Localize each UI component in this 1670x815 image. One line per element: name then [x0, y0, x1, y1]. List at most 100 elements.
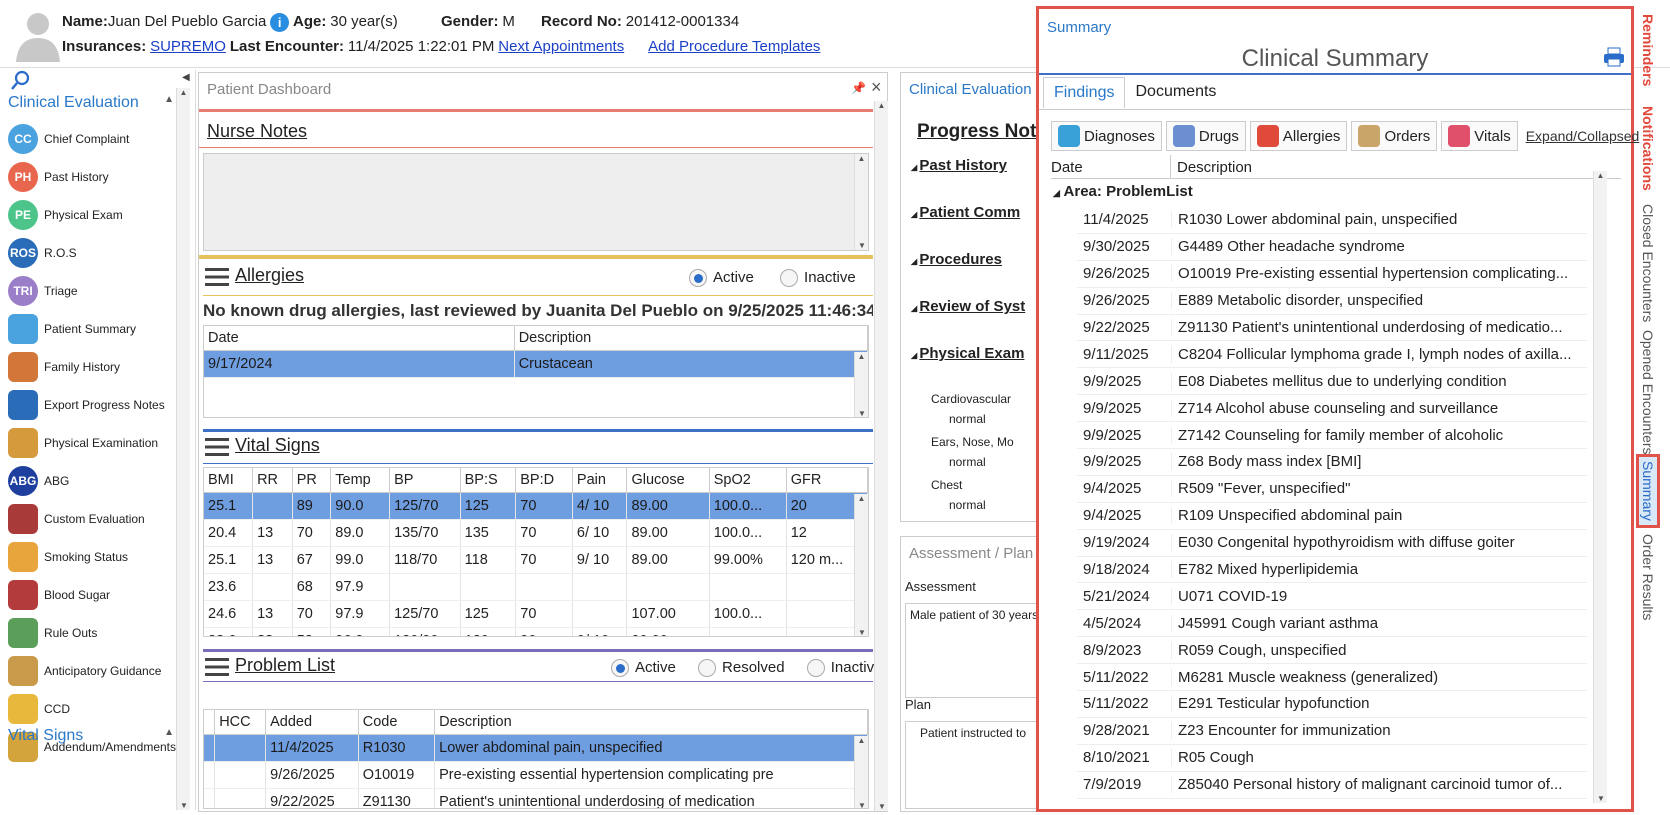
sidebar-item-family-history[interactable]: Family History	[8, 348, 176, 386]
column-header[interactable]: PR	[292, 468, 332, 493]
sidebar-scrollbar[interactable]: ▲ ▼	[176, 88, 190, 810]
sidebar-item-blood-sugar[interactable]: Blood Sugar	[8, 576, 176, 614]
clinical-sub-item[interactable]: Ears, Nose, Mo normal	[911, 435, 1039, 478]
column-header[interactable]: GFR	[786, 468, 868, 493]
tab-reminders[interactable]: Reminders	[1640, 14, 1656, 86]
column-header[interactable]: Added	[265, 710, 359, 735]
tab-notifications[interactable]: Notifications	[1640, 106, 1656, 191]
tab-opened-encounters[interactable]: Opened Encounters	[1640, 330, 1656, 455]
summary-row[interactable]: 11/4/2025 R1030 Lower abdominal pain, uns…	[1077, 207, 1587, 234]
collapse-sidebar-icon[interactable]: ◀	[182, 72, 190, 83]
column-date[interactable]: Date	[1051, 155, 1171, 178]
tab-documents[interactable]: Documents	[1125, 77, 1226, 108]
clinical-sub-item[interactable]: Cardiovascular normal	[911, 392, 1039, 435]
summary-row[interactable]: 9/18/2024 E782 Mixed hyperlipidemia	[1077, 557, 1587, 584]
sidebar-item-physical-exam[interactable]: PE Physical Exam	[8, 196, 176, 234]
column-description[interactable]: Description	[1171, 155, 1252, 178]
close-icon[interactable]: ×	[871, 77, 882, 98]
menu-icon[interactable]	[205, 268, 229, 287]
tab-clinical-evaluation[interactable]: Clinical Evaluation	[909, 81, 1032, 98]
section-clinical-evaluation[interactable]: Clinical Evaluation	[8, 94, 139, 112]
column-header[interactable]: BP	[389, 468, 461, 493]
column-header[interactable]: Code	[358, 710, 436, 735]
summary-row[interactable]: 9/9/2025 Z714 Alcohol abuse counseling an…	[1077, 395, 1587, 423]
search-icon[interactable]	[10, 70, 30, 90]
allergies-inactive-radio[interactable]	[780, 269, 799, 288]
menu-icon[interactable]	[205, 658, 229, 677]
sidebar-item-rule-outs[interactable]: Rule Outs	[8, 614, 176, 652]
section-vital-signs[interactable]: Vital Signs	[8, 727, 83, 745]
summary-row[interactable]: 9/28/2021 Z23 Encounter for immunization	[1077, 718, 1587, 745]
column-header[interactable]: Pain	[572, 468, 628, 493]
summary-row[interactable]: 9/30/2025 G4489 Other headache syndrome	[1077, 234, 1587, 261]
summary-row[interactable]: 9/26/2025 O10019 Pre-existing essential h…	[1077, 261, 1587, 288]
sidebar-item-custom-evaluation[interactable]: Custom Evaluation	[8, 500, 176, 538]
summary-row[interactable]: 9/26/2025 E889 Metabolic disorder, unspec…	[1077, 288, 1587, 315]
sidebar-item-physical-examination[interactable]: Physical Examination	[8, 424, 176, 462]
clinical-section[interactable]: ◢ Review of Syst	[911, 298, 1039, 345]
table-row[interactable]: 23.6885296.9120/90120900/ 1090.00	[204, 627, 868, 636]
table-row[interactable]: 24.6 13 70 97.9 125/70 125 70 107.00 100.0...	[204, 600, 868, 628]
sidebar-item-abg[interactable]: ABG ABG	[8, 462, 176, 500]
column-header[interactable]: SpO2	[709, 468, 787, 493]
problems-inactive-radio[interactable]	[806, 659, 825, 678]
nurse-notes-textarea[interactable]: ▲ ▼	[203, 153, 869, 251]
clinical-section[interactable]: ◢ Procedures	[911, 251, 1039, 298]
column-header[interactable]: Description	[434, 710, 868, 735]
table-row[interactable]: 9/17/2024 Crustacean	[204, 350, 868, 378]
chevron-up-icon[interactable]: ▲	[164, 727, 174, 745]
column-header[interactable]: Date	[204, 326, 515, 351]
clinical-section[interactable]: ◢ Patient Comm	[911, 204, 1039, 251]
column-header[interactable]: BP:D	[515, 468, 573, 493]
summary-row[interactable]: 7/9/2019 Z85040 Personal history of malig…	[1077, 772, 1587, 799]
table-row[interactable]: 11/4/2025 R1030 Lower abdominal pain, unsp…	[204, 734, 868, 762]
dashboard-scrollbar[interactable]: ▲ ▼	[874, 101, 888, 811]
problems-active-radio[interactable]	[611, 659, 629, 678]
filter-vitals-button[interactable]: Vitals	[1441, 121, 1518, 151]
summary-row[interactable]: 9/22/2025 Z91130 Patient's unintentional …	[1077, 315, 1587, 342]
assessment-plan-title[interactable]: Assessment / Plan	[909, 545, 1033, 562]
add-procedure-templates-link[interactable]: Add Procedure Templates	[648, 38, 820, 55]
summary-row[interactable]: 5/11/2022 E291 Testicular hypofunction	[1077, 691, 1587, 718]
table-row[interactable]: 25.1 13 67 99.0 118/70 118 70 9/ 10 89.00 99.00% 1…	[204, 546, 868, 574]
sidebar-item-chief-complaint[interactable]: CC Chief Complaint	[8, 120, 176, 158]
summary-row[interactable]: 9/9/2025 Z68 Body mass index [BMI]	[1077, 449, 1587, 476]
column-header[interactable]: BMI	[204, 468, 254, 493]
column-header[interactable]: HCC	[214, 710, 267, 735]
plan-textarea[interactable]: Patient instructed to	[905, 721, 1039, 809]
summary-row[interactable]: 8/10/2021 R05 Cough	[1077, 745, 1587, 772]
tab-closed-encounters[interactable]: Closed Encounters	[1640, 204, 1656, 322]
table-row[interactable]: 9/22/2025 Z91130 Patient's unintentional u…	[204, 788, 868, 808]
summary-row[interactable]: 9/19/2024 E030 Congenital hypothyroidism …	[1077, 530, 1587, 557]
allergies-active-radio[interactable]	[689, 269, 707, 288]
table-row[interactable]: 23.6 68 97.9	[204, 573, 868, 601]
column-header[interactable]: Description	[514, 326, 868, 351]
menu-icon[interactable]	[205, 438, 229, 457]
filter-allergies-button[interactable]: Allergies	[1249, 121, 1348, 151]
filter-orders-button[interactable]: Orders	[1351, 121, 1438, 151]
sidebar-item-past-history[interactable]: PH Past History	[8, 158, 176, 196]
summary-row[interactable]: 9/4/2025 R509 "Fever, unspecified"	[1077, 476, 1587, 503]
tab-order-results[interactable]: Order Results	[1640, 534, 1656, 620]
tab-summary[interactable]: Summary	[1636, 454, 1660, 528]
tab-findings[interactable]: Findings	[1043, 77, 1126, 108]
summary-row[interactable]: 9/4/2025 R109 Unspecified abdominal pain	[1077, 503, 1587, 530]
expand-collapse-link[interactable]: Expand/Collapsed	[1526, 128, 1640, 144]
summary-row[interactable]: 9/9/2025 Z7142 Counseling for family memb…	[1077, 422, 1587, 450]
sidebar-item-patient-summary[interactable]: Patient Summary	[8, 310, 176, 348]
column-header[interactable]	[204, 710, 216, 735]
summary-row[interactable]: 4/5/2024 J45991 Cough variant asthma	[1077, 610, 1587, 638]
printer-icon[interactable]	[1603, 47, 1625, 67]
summary-row[interactable]: 8/9/2023 R059 Cough, unspecified	[1077, 637, 1587, 665]
sidebar-item-r-o-s[interactable]: ROS R.O.S	[8, 234, 176, 272]
clinical-section[interactable]: ◢ Physical Exam	[911, 345, 1039, 392]
collapse-group-icon[interactable]: ◢	[1053, 188, 1060, 198]
table-row[interactable]: 20.4 13 70 89.0 135/70 135 70 6/ 10 89.00 100.0..…	[204, 519, 868, 547]
summary-row[interactable]: 5/21/2024 U071 COVID-19	[1077, 583, 1587, 611]
info-icon[interactable]: i	[270, 13, 290, 32]
sidebar-item-ccd[interactable]: CCD	[8, 690, 176, 728]
filter-drugs-button[interactable]: Drugs	[1165, 121, 1246, 151]
summary-scrollbar[interactable]: ▲ ▼	[1593, 171, 1607, 803]
insurance-link[interactable]: SUPREMO	[150, 38, 226, 55]
sidebar-item-smoking-status[interactable]: Smoking Status	[8, 538, 176, 576]
